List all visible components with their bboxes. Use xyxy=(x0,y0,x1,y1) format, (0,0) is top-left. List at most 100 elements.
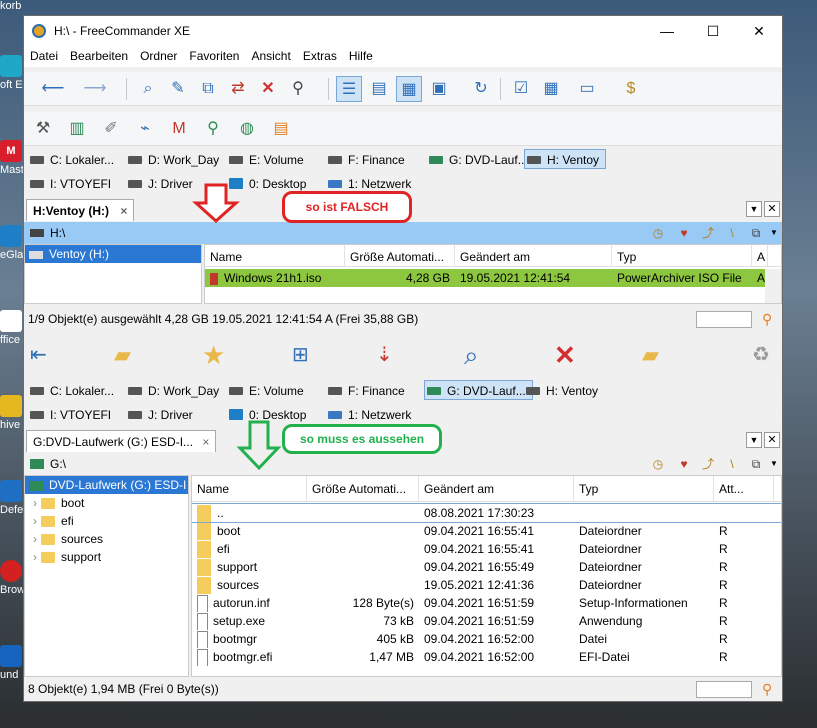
sync-folder-icon[interactable]: ▰ xyxy=(642,342,672,370)
search-icon[interactable]: ⌕ xyxy=(135,76,161,102)
recycle-bin-icon[interactable]: ♻ xyxy=(752,342,776,370)
title-bar[interactable]: H:\ - FreeCommander XE — ☐ ✕ xyxy=(24,16,782,47)
table-row[interactable]: sources 19.05.2021 12:41:36 Dateiordner R xyxy=(192,576,781,594)
filter-icon[interactable]: ⚲ xyxy=(762,678,772,700)
column-date[interactable]: Geändert am xyxy=(419,476,574,502)
tab-g-dvd[interactable]: G:DVD-Laufwerk (G:) ESD-I... × xyxy=(26,430,217,452)
filter-combo[interactable] xyxy=(696,681,752,698)
path-dropdown-icon[interactable]: ▼ xyxy=(766,456,782,472)
table-row[interactable]: bootmgr.efi 1,47 MB 09.04.2021 16:52:00 EFI… xyxy=(192,648,781,666)
tree-item-sources[interactable]: › sources xyxy=(25,530,188,548)
drive-d[interactable]: D: Work_Day xyxy=(126,150,219,170)
drive-g-bottom[interactable]: G: DVD-Lauf... xyxy=(424,380,533,400)
menu-favoriten[interactable]: Favoriten xyxy=(183,47,245,65)
globe-icon[interactable]: ◍ xyxy=(234,116,260,142)
root-folder-icon[interactable]: \ xyxy=(724,456,740,472)
delete-icon[interactable]: ✕ xyxy=(255,76,281,102)
table-row[interactable]: boot 09.04.2021 16:55:41 Dateiordner R xyxy=(192,522,781,540)
binoculars-icon[interactable]: ⚲ xyxy=(285,76,311,102)
drive-h-bottom[interactable]: H: Ventoy xyxy=(524,381,598,401)
checklist-icon[interactable]: ☑ xyxy=(508,76,534,102)
drive-c[interactable]: C: Lokaler... xyxy=(28,150,114,170)
table-row[interactable]: bootmgr 405 kB 09.04.2021 16:52:00 Datei R xyxy=(192,630,781,648)
column-type[interactable]: Typ xyxy=(574,476,714,502)
folder-options-icon[interactable]: ▰ xyxy=(114,342,144,370)
column-size[interactable]: Größe Automati... xyxy=(345,245,455,267)
drive-c-bottom[interactable]: C: Lokaler... xyxy=(28,381,114,401)
delete-large-icon[interactable]: ✕ xyxy=(554,340,584,370)
drive-i[interactable]: I: VTOYEFI xyxy=(28,174,111,194)
minimize-button[interactable]: — xyxy=(644,16,690,47)
drive-e-bottom[interactable]: E: Volume xyxy=(227,381,304,401)
network-icon[interactable]: ⚲ xyxy=(200,116,226,142)
panel-close-icon[interactable]: ✕ xyxy=(764,201,780,217)
desktop-icon-defender[interactable]: Defe xyxy=(0,480,24,516)
drive-i-bottom[interactable]: I: VTOYEFI xyxy=(28,405,111,425)
favorites-star-icon[interactable]: ★ xyxy=(202,340,232,370)
drive-network-bottom[interactable]: 1: Netzwerk xyxy=(326,405,411,425)
back-arrow-icon[interactable]: ⟵ xyxy=(40,76,66,102)
menu-hilfe[interactable]: Hilfe xyxy=(343,47,379,65)
tree-item-boot[interactable]: › boot xyxy=(25,494,188,512)
history-icon[interactable]: ◷ xyxy=(650,225,666,241)
chart-icon[interactable]: ▤ xyxy=(268,116,294,142)
tree-item-dvd[interactable]: DVD-Laufwerk (G:) ESD-I xyxy=(25,476,188,494)
copy-path-icon[interactable]: ⧉ xyxy=(748,225,764,241)
move-icon[interactable]: ⇄ xyxy=(225,76,251,102)
column-date[interactable]: Geändert am xyxy=(455,245,612,267)
copy-icon[interactable]: ⧉ xyxy=(195,76,221,102)
desktop-icon-eglass[interactable]: eGla xyxy=(0,225,24,261)
layout-icon[interactable]: ▭ xyxy=(574,76,600,102)
maximize-button[interactable]: ☐ xyxy=(690,16,736,47)
mm-icon[interactable]: M xyxy=(166,116,192,142)
root-folder-icon[interactable]: \ xyxy=(724,225,740,241)
path-dropdown-icon[interactable]: ▼ xyxy=(766,225,782,241)
menu-ordner[interactable]: Ordner xyxy=(134,47,183,65)
excel-icon[interactable]: ▥ xyxy=(64,116,90,142)
favorites-icon[interactable]: ♥ xyxy=(676,456,692,472)
column-attr[interactable]: Att... xyxy=(714,476,774,502)
desktop-icon-recycle-bin[interactable]: korb xyxy=(0,0,24,12)
desktop-icon-browser[interactable]: Brow xyxy=(0,560,24,596)
list-view-icon[interactable]: ▤ xyxy=(366,76,392,102)
thumbnail-view-icon[interactable]: ▣ xyxy=(426,76,452,102)
history-icon[interactable]: ◷ xyxy=(650,456,666,472)
tree-item-support[interactable]: › support xyxy=(25,548,188,566)
drive-e[interactable]: E: Volume xyxy=(227,150,304,170)
table-row[interactable]: .. 08.08.2021 17:30:23 xyxy=(192,503,781,523)
tab-dropdown-icon[interactable]: ▼ xyxy=(746,432,762,448)
panel-close-icon[interactable]: ✕ xyxy=(764,432,780,448)
menu-bearbeiten[interactable]: Bearbeiten xyxy=(64,47,134,65)
desktop-icon-mastodon[interactable]: M Mast xyxy=(0,140,24,176)
desktop-icon-edge[interactable]: oft E xyxy=(0,55,24,91)
column-name[interactable]: Name xyxy=(192,476,307,502)
tab-close-icon[interactable]: × xyxy=(120,204,127,218)
menu-ansicht[interactable]: Ansicht xyxy=(245,47,296,65)
drive-f-bottom[interactable]: F: Finance xyxy=(326,381,405,401)
script-icon[interactable]: $ xyxy=(618,76,644,102)
details-view-icon[interactable]: ▦ xyxy=(396,76,422,102)
path-bar-bottom[interactable]: G:\ ◷ ♥ ⤴ \ ⧉ ▼ xyxy=(24,453,782,475)
brush-icon[interactable]: ✐ xyxy=(98,116,124,142)
table-row[interactable]: setup.exe 73 kB 09.04.2021 16:51:59 Anwendu… xyxy=(192,612,781,630)
grid-icon[interactable]: ▦ xyxy=(538,76,564,102)
edit-pencil-icon[interactable]: ✎ xyxy=(165,76,191,102)
drive-g[interactable]: G: DVD-Lauf... xyxy=(427,150,528,170)
drive-f[interactable]: F: Finance xyxy=(326,150,405,170)
desktop-icon-sound[interactable]: und xyxy=(0,645,24,681)
monitor-icon[interactable]: ⌁ xyxy=(132,116,158,142)
close-button[interactable]: ✕ xyxy=(736,16,782,47)
new-file-icon[interactable]: ⊞ xyxy=(292,342,322,370)
drive-h[interactable]: H: Ventoy xyxy=(524,149,607,169)
refresh-icon[interactable]: ↻ xyxy=(468,76,494,102)
drive-j-bottom[interactable]: J: Driver xyxy=(126,405,193,425)
column-size[interactable]: Größe Automati... xyxy=(307,476,419,502)
table-row[interactable]: efi 09.04.2021 16:55:41 Dateiordner R xyxy=(192,540,781,558)
expand-icon[interactable]: › xyxy=(33,496,37,510)
scrollbar-vertical[interactable] xyxy=(765,269,781,303)
tool-icon[interactable]: ⚒ xyxy=(30,116,56,142)
tab-h-ventoy[interactable]: H:Ventoy (H:) × xyxy=(26,199,135,221)
table-row[interactable]: Windows 21h1.iso 4,28 GB 19.05.2021 12:4… xyxy=(205,269,781,287)
desktop-icon-office[interactable]: ffice xyxy=(0,310,24,346)
expand-icon[interactable]: › xyxy=(33,532,37,546)
